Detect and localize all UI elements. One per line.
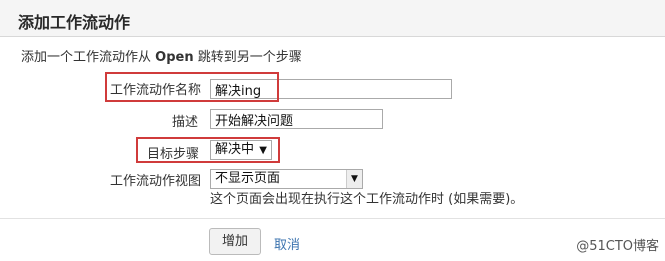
description-suffix: 跳转到另一个步骤 [193,50,302,65]
chevron-down-icon: ▼ [346,170,362,188]
dialog-title: 添加工作流动作 [18,13,131,32]
cancel-link[interactable]: 取消 [274,234,300,253]
view-help-text: 这个页面会出现在执行这个工作流动作时 (如果需要)。 [210,192,524,207]
divider [0,218,665,219]
source-status: Open [155,50,194,65]
view-value: 不显示页面 [215,171,281,186]
dialog-description: 添加一个工作流动作从 Open 跳转到另一个步骤 [21,46,302,65]
view-label: 工作流动作视图 [110,174,202,189]
view-select[interactable]: 不显示页面 ▼ [210,169,363,189]
watermark: @51CTO博客 [576,239,659,254]
dialog-header: 添加工作流动作 [0,0,665,37]
description-prefix: 添加一个工作流动作从 [21,50,156,65]
add-button[interactable]: 增加 [209,228,261,255]
highlight-name [105,72,279,102]
highlight-target-step [136,137,280,163]
description-label: 描述 [172,115,199,130]
description-input[interactable] [210,109,383,129]
